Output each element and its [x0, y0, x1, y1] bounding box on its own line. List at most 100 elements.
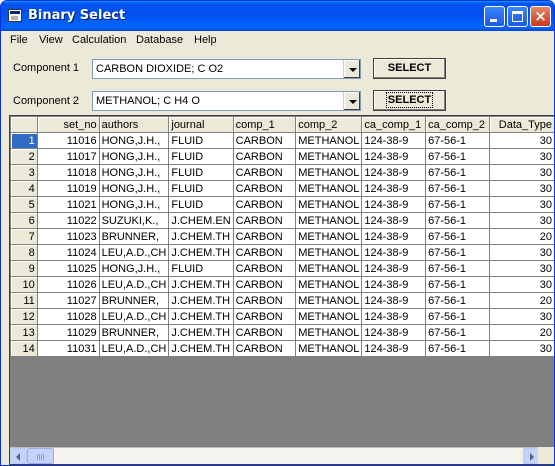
table-row[interactable]: 11 11027 BRUNNER, J.CHEM.TH CARBON METHANOL 12…	[10, 292, 554, 309]
cell-set-no[interactable]: 11016	[36, 132, 100, 149]
cell-ca-comp-1[interactable]: 124-38-9	[361, 180, 427, 197]
cell-authors[interactable]: HONG,J.H.,	[98, 164, 170, 181]
cell-comp-1[interactable]: CARBON	[232, 196, 297, 213]
cell-set-no[interactable]: 11018	[36, 164, 100, 181]
cell-comp-2[interactable]: METHANOL	[295, 196, 363, 213]
cell-set-no[interactable]: 11031	[36, 340, 100, 357]
cell-comp-2[interactable]: METHANOL	[295, 324, 363, 341]
col-header-comp-2[interactable]: comp_2	[295, 116, 363, 133]
component2-combo[interactable]: METHANOL; C H4 O	[92, 91, 361, 111]
cell-ca-comp-2[interactable]: 67-56-1	[425, 164, 490, 181]
cell-authors[interactable]: HONG,J.H.,	[98, 196, 170, 213]
corner-header[interactable]	[10, 116, 38, 133]
data-grid[interactable]: set_no authors journal comp_1 comp_2 ca_…	[9, 115, 554, 465]
component1-dropdown-button[interactable]	[343, 60, 360, 78]
cell-comp-1[interactable]: CARBON	[232, 308, 297, 325]
cell-comp-1[interactable]: CARBON	[232, 324, 297, 341]
cell-ca-comp-2[interactable]: 67-56-1	[425, 228, 490, 245]
cell-set-no[interactable]: 11028	[36, 308, 100, 325]
cell-ca-comp-2[interactable]: 67-56-1	[425, 292, 490, 309]
table-row[interactable]: 8 11024 LEU,A.D.,CH J.CHEM.TH CARBON METHANOL…	[10, 244, 554, 261]
cell-ca-comp-1[interactable]: 124-38-9	[361, 276, 427, 293]
table-row[interactable]: 9 11025 HONG,J.H., FLUID CARBON METHANOL 124-3…	[10, 260, 554, 277]
cell-comp-1[interactable]: CARBON	[232, 132, 297, 149]
cell-journal[interactable]: J.CHEM.EN	[168, 212, 234, 229]
cell-comp-2[interactable]: METHANOL	[295, 260, 363, 277]
table-row[interactable]: 13 11029 BRUNNER, J.CHEM.TH CARBON METHANOL 12…	[10, 324, 554, 341]
col-header-journal[interactable]: journal	[168, 116, 234, 133]
component2-dropdown-button[interactable]	[343, 92, 360, 110]
table-row[interactable]: 4 11019 HONG,J.H., FLUID CARBON METHANOL 124-3…	[10, 180, 554, 197]
cell-data-type[interactable]: 20	[488, 228, 554, 245]
cell-data-type[interactable]: 30	[488, 340, 554, 357]
row-header[interactable]: 2	[10, 148, 38, 165]
cell-comp-1[interactable]: CARBON	[232, 340, 297, 357]
cell-set-no[interactable]: 11029	[36, 324, 100, 341]
cell-comp-2[interactable]: METHANOL	[295, 292, 363, 309]
cell-comp-2[interactable]: METHANOL	[295, 164, 363, 181]
cell-journal[interactable]: J.CHEM.TH	[168, 308, 234, 325]
cell-journal[interactable]: FLUID	[168, 164, 234, 181]
menu-database[interactable]: Database	[136, 34, 183, 46]
cell-comp-2[interactable]: METHANOL	[295, 228, 363, 245]
cell-ca-comp-1[interactable]: 124-38-9	[361, 308, 427, 325]
title-bar[interactable]: Binary Select ×	[1, 1, 554, 31]
cell-comp-1[interactable]: CARBON	[232, 212, 297, 229]
row-header[interactable]: 12	[10, 308, 38, 325]
cell-journal[interactable]: J.CHEM.TH	[168, 244, 234, 261]
minimize-button[interactable]	[484, 6, 505, 27]
cell-authors[interactable]: HONG,J.H.,	[98, 148, 170, 165]
cell-set-no[interactable]: 11027	[36, 292, 100, 309]
row-header[interactable]: 4	[10, 180, 38, 197]
col-header-ca-comp-2[interactable]: ca_comp_2	[425, 116, 490, 133]
cell-data-type[interactable]: 30	[488, 244, 554, 261]
cell-ca-comp-2[interactable]: 67-56-1	[425, 244, 490, 261]
cell-ca-comp-1[interactable]: 124-38-9	[361, 244, 427, 261]
cell-ca-comp-2[interactable]: 67-56-1	[425, 340, 490, 357]
col-header-data-type[interactable]: Data_Type	[488, 116, 554, 133]
table-row[interactable]: 2 11017 HONG,J.H., FLUID CARBON METHANOL 124-3…	[10, 148, 554, 165]
cell-comp-2[interactable]: METHANOL	[295, 180, 363, 197]
table-row[interactable]: 6 11022 SUZUKI,K., J.CHEM.EN CARBON METHANOL 1…	[10, 212, 554, 229]
cell-authors[interactable]: LEU,A.D.,CH	[98, 308, 170, 325]
cell-authors[interactable]: LEU,A.D.,CH	[98, 244, 170, 261]
cell-journal[interactable]: FLUID	[168, 260, 234, 277]
cell-authors[interactable]: HONG,J.H.,	[98, 260, 170, 277]
cell-data-type[interactable]: 30	[488, 132, 554, 149]
cell-authors[interactable]: HONG,J.H.,	[98, 132, 170, 149]
select-component2-button[interactable]: SELECT	[373, 90, 446, 111]
cell-comp-2[interactable]: METHANOL	[295, 340, 363, 357]
table-row[interactable]: 7 11023 BRUNNER, J.CHEM.TH CARBON METHANOL 124…	[10, 228, 554, 245]
cell-comp-1[interactable]: CARBON	[232, 244, 297, 261]
cell-ca-comp-2[interactable]: 67-56-1	[425, 260, 490, 277]
col-header-authors[interactable]: authors	[98, 116, 170, 133]
cell-data-type[interactable]: 30	[488, 308, 554, 325]
row-header[interactable]: 11	[10, 292, 38, 309]
row-header[interactable]: 14	[10, 340, 38, 357]
cell-set-no[interactable]: 11017	[36, 148, 100, 165]
cell-data-type[interactable]: 30	[488, 180, 554, 197]
cell-journal[interactable]: FLUID	[168, 196, 234, 213]
cell-authors[interactable]: SUZUKI,K.,	[98, 212, 170, 229]
cell-ca-comp-1[interactable]: 124-38-9	[361, 132, 427, 149]
cell-journal[interactable]: J.CHEM.TH	[168, 324, 234, 341]
cell-journal[interactable]: J.CHEM.TH	[168, 292, 234, 309]
cell-ca-comp-1[interactable]: 124-38-9	[361, 164, 427, 181]
cell-journal[interactable]: J.CHEM.TH	[168, 228, 234, 245]
table-row[interactable]: 1 11016 HONG,J.H., FLUID CARBON METHANOL 124-3…	[10, 132, 554, 149]
cell-data-type[interactable]: 30	[488, 212, 554, 229]
cell-set-no[interactable]: 11021	[36, 196, 100, 213]
component1-combo[interactable]: CARBON DIOXIDE; C O2	[92, 59, 361, 79]
row-header[interactable]: 8	[10, 244, 38, 261]
cell-data-type[interactable]: 30	[488, 148, 554, 165]
cell-set-no[interactable]: 11023	[36, 228, 100, 245]
cell-comp-1[interactable]: CARBON	[232, 292, 297, 309]
cell-comp-2[interactable]: METHANOL	[295, 212, 363, 229]
col-header-set-no[interactable]: set_no	[36, 116, 100, 133]
cell-set-no[interactable]: 11025	[36, 260, 100, 277]
cell-ca-comp-1[interactable]: 124-38-9	[361, 212, 427, 229]
cell-journal[interactable]: J.CHEM.TH	[168, 340, 234, 357]
cell-ca-comp-1[interactable]: 124-38-9	[361, 148, 427, 165]
cell-authors[interactable]: LEU,A.D.,CH	[98, 340, 170, 357]
col-header-ca-comp-1[interactable]: ca_comp_1	[361, 116, 427, 133]
